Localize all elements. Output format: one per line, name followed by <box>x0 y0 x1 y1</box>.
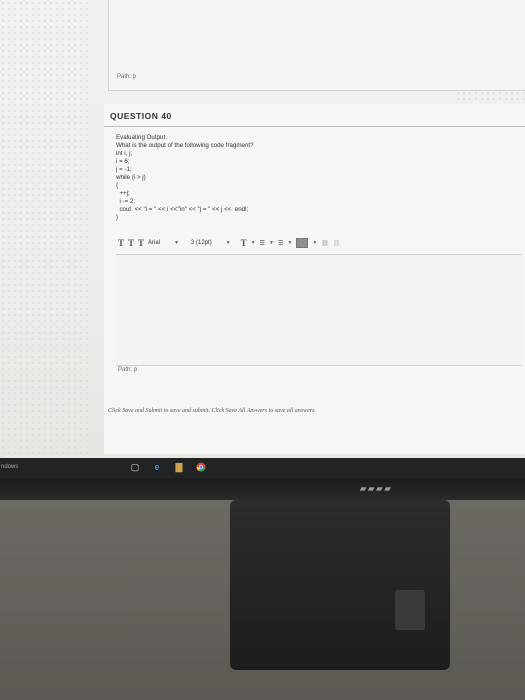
monitor-screen: Path: p QUESTION 40 Evaluating Output. W… <box>0 0 525 458</box>
text-format-icon[interactable]: T <box>118 238 124 248</box>
bullet-list-icon[interactable]: ☰ <box>260 240 265 247</box>
size-select-value: 3 (12pt) <box>191 240 212 246</box>
code-line: while (i > j) <box>116 174 146 181</box>
path-label: Path: p <box>117 74 137 80</box>
question-body: Evaluating Output. What is the output of… <box>116 134 254 222</box>
numbered-list-icon[interactable]: ☰ <box>278 240 283 247</box>
dropdown-arrow-icon: ▼ <box>250 240 256 246</box>
size-select[interactable]: 3 (12pt) ▼ <box>191 240 231 246</box>
submit-instructions: Click Save and Submit to save and submit… <box>108 408 316 414</box>
monitor-bezel <box>0 478 525 500</box>
question-heading: Evaluating Output. <box>116 134 167 141</box>
code-line: j = -1; <box>116 166 132 173</box>
font-select[interactable]: Arial ▼ <box>148 240 179 246</box>
task-view-icon[interactable]: ▢ <box>130 462 140 472</box>
editor-path-label: Path: p <box>118 367 138 373</box>
question-header: QUESTION 40 <box>104 104 525 127</box>
text-format-icon[interactable]: T <box>138 238 144 248</box>
dropdown-arrow-icon: ▼ <box>174 240 180 246</box>
link-icon[interactable]: ⛓ <box>321 240 329 247</box>
edge-browser-icon[interactable]: e <box>152 462 162 472</box>
answer-editor[interactable]: Path: p <box>116 254 522 373</box>
code-line: ++j; <box>116 190 130 197</box>
chrome-icon[interactable] <box>196 462 206 472</box>
taskbar-start-label[interactable]: ndows <box>1 464 18 470</box>
spellcheck-icon[interactable] <box>296 238 309 248</box>
text-color-icon[interactable]: T <box>241 238 247 248</box>
font-select-value: Arial <box>148 240 161 246</box>
code-line: i -= 2; <box>116 198 136 205</box>
previous-answer-panel: Path: p <box>108 0 525 91</box>
stand-slot <box>395 590 425 630</box>
question-title: QUESTION 40 <box>110 111 172 121</box>
editor-toolbar: T T T Arial ▼ 3 (12pt) ▼ T ▼ ☰ ▼ ☰ ▼ ▼ ⛓… <box>118 236 400 250</box>
code-line: } <box>116 214 119 221</box>
monitor-stand <box>230 500 450 670</box>
text-format-icon[interactable]: T <box>128 238 134 248</box>
taskbar-icons: ▢ e ▇ <box>130 462 206 472</box>
code-line: cout << "i = " << i <<"\n" << "j = " << … <box>116 206 249 213</box>
dropdown-arrow-icon: ▼ <box>312 240 318 246</box>
taskbar: ndows ▢ e ▇ <box>0 458 525 478</box>
code-line: int i, j; <box>116 150 133 157</box>
unlink-icon[interactable]: ⛓ <box>333 240 341 247</box>
code-line: { <box>116 182 119 189</box>
monitor-logo: ▰▰▰▰ <box>360 484 393 493</box>
dropdown-arrow-icon: ▼ <box>287 240 293 246</box>
background-pattern <box>0 0 92 458</box>
question-prompt: What is the output of the following code… <box>116 142 254 149</box>
dropdown-arrow-icon: ▼ <box>269 240 274 246</box>
code-line: i = 6; <box>116 158 130 165</box>
store-icon[interactable]: ▇ <box>174 462 184 472</box>
question-panel: QUESTION 40 Evaluating Output. What is t… <box>104 104 525 454</box>
dropdown-arrow-icon: ▼ <box>225 240 231 246</box>
